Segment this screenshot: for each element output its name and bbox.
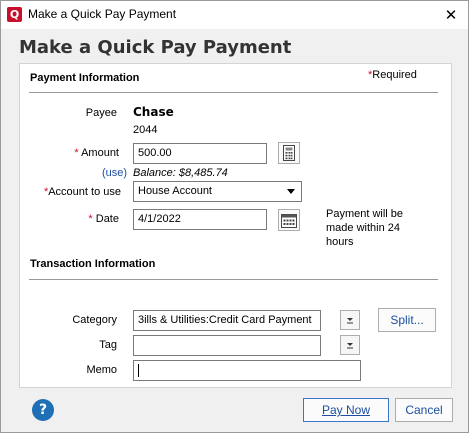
date-note: Payment will be made within 24 hours xyxy=(326,208,404,248)
close-icon[interactable]: ✕ xyxy=(440,4,462,26)
dropdown-arrow-icon xyxy=(347,318,353,324)
dropdown-arrow-icon xyxy=(347,343,353,349)
memo-label: Memo xyxy=(86,364,117,376)
account-label-text: Account to use xyxy=(48,186,121,198)
category-field[interactable]: 3ills & Utilities:Credit Card Payment xyxy=(133,310,321,331)
cancel-button[interactable]: Cancel xyxy=(395,398,453,422)
account-select-value: House Account xyxy=(138,185,212,197)
payee-name: Chase xyxy=(133,105,174,119)
divider xyxy=(29,279,438,280)
category-label: Category xyxy=(72,314,117,326)
tag-dropdown-button[interactable] xyxy=(340,335,360,355)
text-cursor xyxy=(138,364,139,377)
amount-field[interactable]: 500.00 xyxy=(133,143,267,164)
calculator-icon[interactable] xyxy=(278,142,300,164)
calendar-icon[interactable] xyxy=(278,209,300,231)
dialog-window: Q Make a Quick Pay Payment ✕ Make a Quic… xyxy=(0,0,469,433)
dropdown-arrow-icon xyxy=(287,189,295,194)
payee-label: Payee xyxy=(85,107,117,119)
use-balance-link[interactable]: (use) xyxy=(102,167,127,179)
title-bar: Q Make a Quick Pay Payment ✕ xyxy=(1,1,468,29)
date-label-text: Date xyxy=(95,213,119,225)
payment-info-section-title: Payment Information xyxy=(30,72,140,84)
required-star: * xyxy=(74,147,79,159)
amount-label: * Amount xyxy=(41,147,119,159)
tag-field[interactable] xyxy=(133,335,321,356)
tag-label: Tag xyxy=(99,339,117,351)
help-icon[interactable]: ? xyxy=(32,399,54,421)
amount-label-text: Amount xyxy=(81,147,119,159)
split-button[interactable]: Split... xyxy=(378,308,436,332)
balance-text: Balance: $8,485.74 xyxy=(133,167,228,179)
required-star: * xyxy=(88,213,93,225)
account-select[interactable]: House Account xyxy=(133,181,302,202)
date-label: * Date xyxy=(61,213,119,225)
transaction-info-section-title: Transaction Information xyxy=(30,258,156,270)
memo-field[interactable] xyxy=(133,360,361,381)
account-label: *Account to use xyxy=(21,186,121,198)
page-title: Make a Quick Pay Payment xyxy=(19,37,292,58)
pay-now-button[interactable]: Pay Now xyxy=(303,398,389,422)
date-field[interactable]: 4/1/2022 xyxy=(133,209,267,230)
window-title: Make a Quick Pay Payment xyxy=(28,7,177,21)
pay-now-label: Pay Now xyxy=(321,403,371,417)
required-label: Required xyxy=(372,69,417,81)
category-dropdown-button[interactable] xyxy=(340,310,360,330)
payee-account: 2044 xyxy=(133,124,158,136)
divider xyxy=(29,92,438,93)
required-note: *Required xyxy=(368,69,417,81)
quicken-app-icon: Q xyxy=(7,7,22,22)
